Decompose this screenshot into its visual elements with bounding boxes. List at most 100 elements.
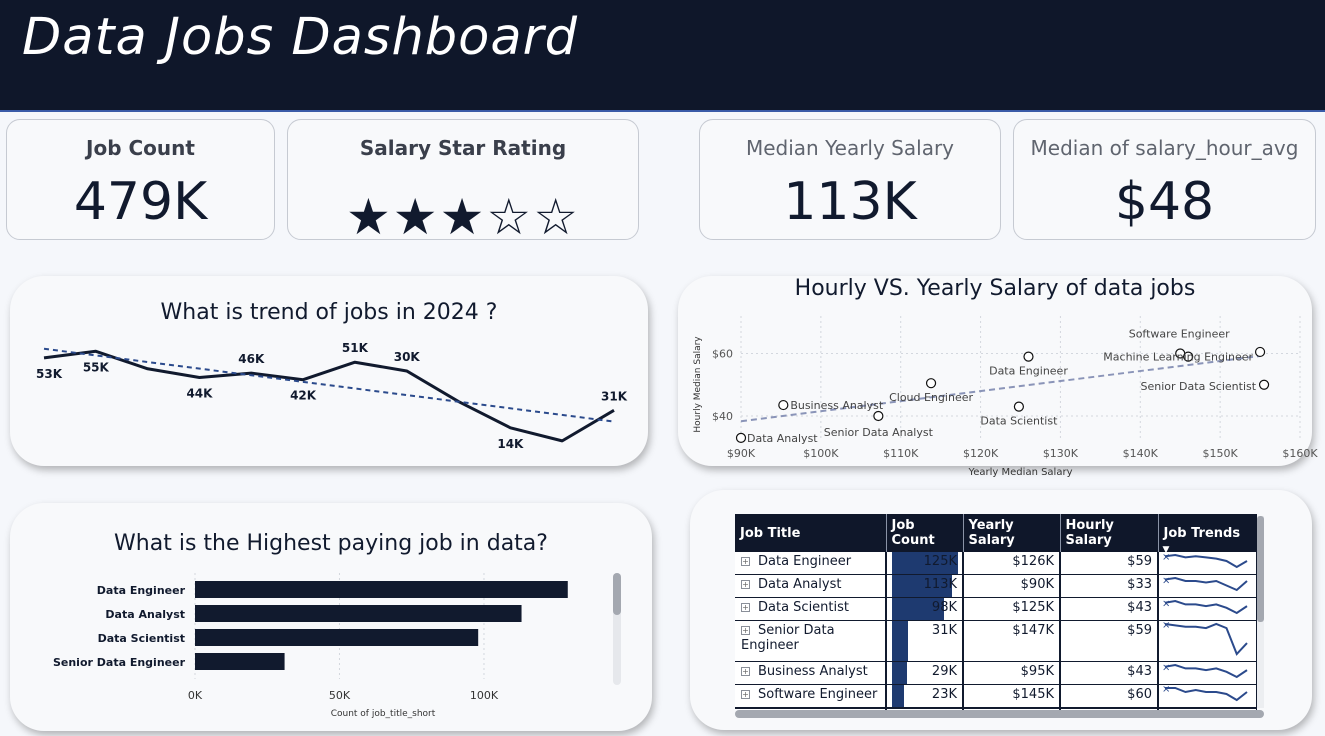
job-count-text: 125K	[923, 554, 957, 569]
job-title-text: Data Scientist	[758, 600, 849, 615]
trend-chart-panel[interactable]: What is trend of jobs in 2024 ? 53K 55K 44…	[10, 276, 648, 466]
bar-category-label: Data Scientist	[98, 632, 185, 645]
job-trend-cell: ×	[1158, 661, 1257, 685]
scatter-point	[1254, 346, 1266, 358]
table-row[interactable]: + Senior Data Engineer 31K $147K $59 ×	[735, 620, 1257, 662]
kpi-median-yearly[interactable]: Median Yearly Salary 113K	[699, 119, 1001, 240]
yearly-salary-cell: $147K	[963, 620, 1061, 662]
table-row[interactable]: + Business Analyst 29K $95K $43 ×	[735, 661, 1257, 685]
job-trend-cell: ×	[1158, 552, 1257, 575]
trend-data-label: 42K	[290, 389, 317, 403]
trend-sparkline: ×	[1162, 684, 1248, 702]
scatter-point-label: Data Scientist	[980, 415, 1058, 428]
trend-trendline	[43, 347, 615, 423]
trend-data-label: 14K	[497, 437, 524, 451]
job-count-text: 29K	[931, 664, 957, 679]
expand-icon[interactable]: +	[741, 557, 750, 566]
bar-data-analyst	[195, 605, 522, 622]
trend-sparkline: ×	[1162, 620, 1248, 656]
dashboard-title: Data Jobs Dashboard	[22, 8, 578, 67]
table-row[interactable]: + Data Engineer 125K $126K $59 ×	[735, 552, 1257, 575]
kpi-job-count-value: 479K	[73, 172, 208, 232]
scatter-xtick-label: $130K	[1043, 447, 1079, 460]
scatter-xtick-label: $90K	[727, 447, 756, 460]
scatter-point	[873, 410, 884, 422]
scatter-xtick-label: $120K	[963, 447, 999, 460]
table-header-row: Job Title Job Count Yearly Salary Hourly…	[735, 514, 1257, 555]
expand-icon[interactable]: +	[741, 580, 750, 589]
job-title-cell: + Senior Data Engineer	[735, 620, 887, 662]
col-job-count[interactable]: Job Count	[886, 514, 964, 552]
scatter-xtick-label: $150K	[1203, 447, 1239, 460]
col-job-title[interactable]: Job Title	[735, 514, 887, 552]
job-title-cell: + Data Analyst	[735, 574, 887, 598]
job-trend-cell: ×	[1158, 684, 1257, 709]
expand-icon[interactable]: +	[741, 667, 750, 676]
scatter-point	[1013, 401, 1025, 412]
job-title-text: Software Engineer	[758, 687, 878, 702]
job-count-cell: 29K	[886, 661, 964, 685]
scatter-point-label: Senior Data Scientist	[1141, 380, 1257, 393]
expand-icon[interactable]: +	[741, 626, 750, 635]
table-vertical-scrollbar-thumb[interactable]	[1257, 516, 1264, 622]
table-horizontal-scrollbar[interactable]	[735, 710, 1264, 718]
scatter-xtick-label: $110K	[883, 447, 919, 460]
job-title-cell: + Software Engineer	[735, 684, 887, 709]
bar-data-engineer	[195, 581, 568, 598]
job-trend-cell: ×	[1158, 597, 1257, 621]
svg-text:×: ×	[1162, 576, 1170, 587]
scatter-point-label: Machine Learning Engineer	[1103, 351, 1253, 364]
hourly-salary-cell: $43	[1060, 661, 1159, 685]
svg-text:×: ×	[1162, 599, 1170, 610]
col-hourly-salary[interactable]: Hourly Salary	[1060, 514, 1159, 552]
table-vertical-scrollbar[interactable]	[1257, 516, 1264, 708]
table-row[interactable]: + Data Scientist 98K $125K $43 ×	[735, 597, 1257, 621]
col-job-trends[interactable]: Job Trends ▼	[1158, 514, 1257, 555]
hourly-salary-cell: $43	[1060, 597, 1159, 621]
job-count-text: 23K	[931, 687, 957, 702]
bar-category-label: Senior Data Engineer	[53, 656, 186, 669]
kpi-median-hourly[interactable]: Median of salary_hour_avg $48	[1013, 119, 1316, 240]
job-title-cell: + Business Analyst	[735, 661, 887, 685]
job-title-text: Data Analyst	[758, 577, 842, 592]
hourly-salary-cell: $33	[1060, 574, 1159, 598]
trend-data-label: 55K	[83, 360, 110, 374]
job-count-databar	[892, 621, 908, 661]
bar-chart-scrollbar-thumb[interactable]	[613, 573, 621, 615]
table-row[interactable]: + Data Analyst 113K $90K $33 ×	[735, 574, 1257, 598]
hourly-salary-cell: $59	[1060, 620, 1159, 662]
scatter-point-label: Business Analyst	[790, 399, 884, 412]
job-title-text: Senior Data Engineer	[741, 623, 835, 653]
trend-data-label: 51K	[342, 341, 369, 355]
bar-chart-scrollbar[interactable]	[613, 573, 621, 685]
job-table[interactable]: Job Title Job Count Yearly Salary Hourly…	[735, 514, 1257, 710]
scatter-point-label: Data Engineer	[989, 365, 1068, 378]
kpi-median-yearly-label: Median Yearly Salary	[745, 136, 955, 160]
kpi-job-count[interactable]: Job Count 479K	[6, 119, 275, 240]
job-count-databar	[892, 662, 907, 684]
kpi-median-hourly-value: $48	[1114, 172, 1215, 232]
scatter-point	[925, 378, 937, 389]
trend-sparkline: ×	[1162, 599, 1248, 615]
kpi-salary-rating[interactable]: Salary Star Rating ★★★☆☆	[287, 119, 639, 242]
bar-senior-data-engineer	[195, 653, 285, 670]
col-yearly-salary[interactable]: Yearly Salary	[963, 514, 1061, 552]
scatter-chart-panel[interactable]: Hourly VS. Yearly Salary of data jobs $9…	[678, 276, 1318, 478]
yearly-salary-cell: $95K	[963, 661, 1061, 685]
svg-text:×: ×	[1162, 663, 1170, 674]
bar-x-axis-title: Count of job_title_short	[331, 709, 436, 719]
trend-data-label: 44K	[186, 387, 213, 401]
yearly-salary-cell: $126K	[963, 552, 1061, 575]
sort-desc-icon[interactable]: ▼	[1163, 545, 1170, 555]
scatter-point	[778, 399, 789, 411]
table-row[interactable]: + Software Engineer 23K $145K $60 ×	[735, 684, 1257, 709]
expand-icon[interactable]: +	[741, 603, 750, 612]
expand-icon[interactable]: +	[741, 690, 750, 699]
hourly-salary-cell: $60	[1060, 684, 1159, 709]
bar-chart-panel[interactable]: What is the Highest paying job in data? …	[10, 503, 652, 731]
job-trend-cell: ×	[1158, 574, 1257, 598]
yearly-salary-cell: $125K	[963, 597, 1061, 621]
bar-xtick-label: 50K	[329, 689, 351, 702]
job-title-text: Data Engineer	[758, 554, 852, 569]
trend-line-chart: 53K 55K 44K 46K 42K 51K 30K 14K 31K	[36, 341, 628, 451]
